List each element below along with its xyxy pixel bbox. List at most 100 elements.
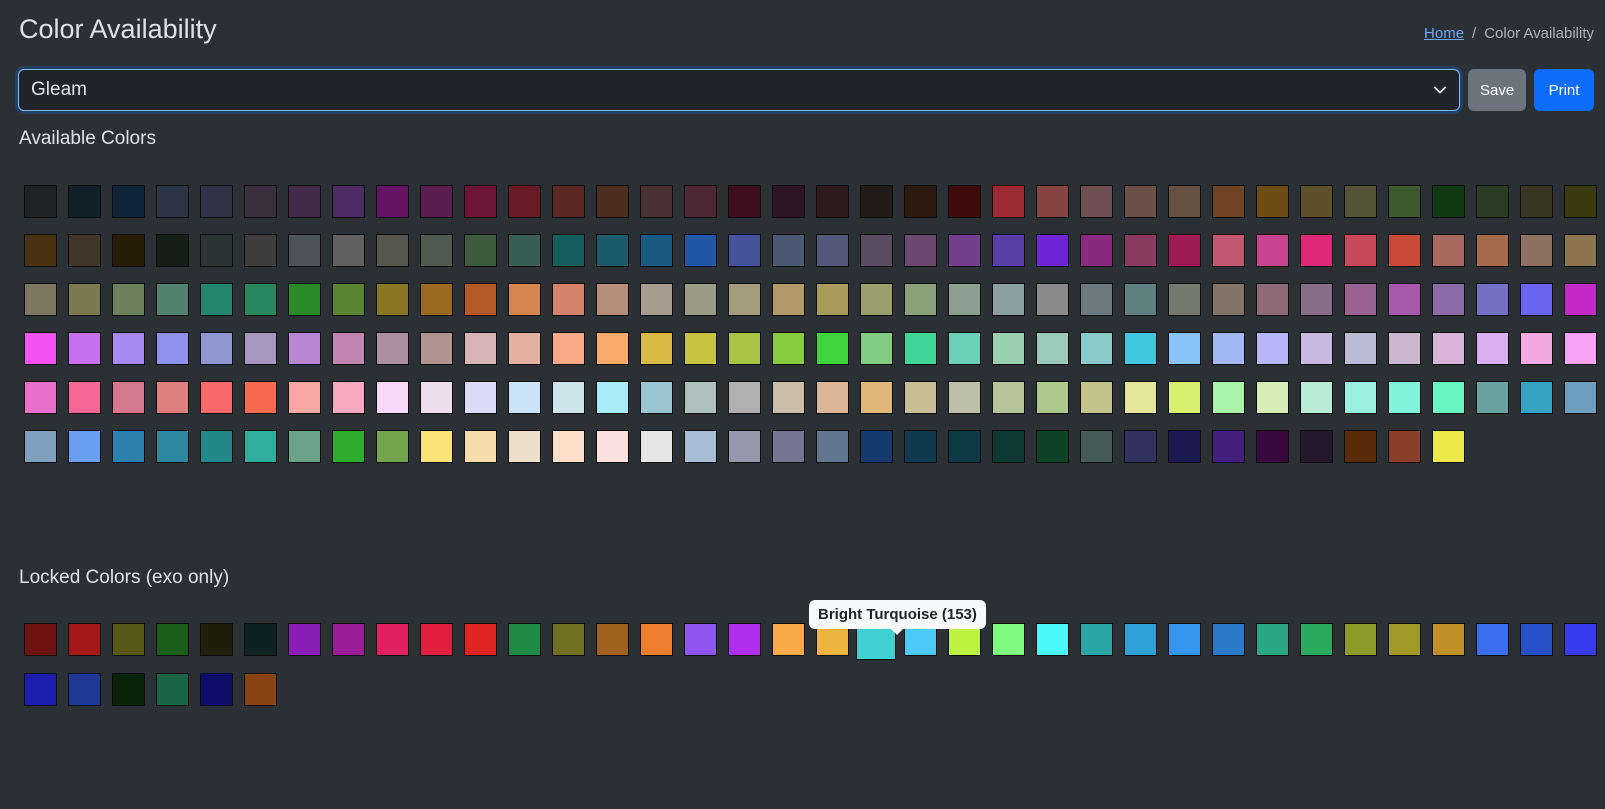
available-color-swatch[interactable] xyxy=(68,234,101,267)
available-color-swatch[interactable] xyxy=(1520,283,1553,316)
available-color-swatch[interactable] xyxy=(640,430,673,463)
available-color-swatch[interactable] xyxy=(1520,381,1553,414)
available-color-swatch[interactable] xyxy=(156,381,189,414)
available-color-swatch[interactable] xyxy=(508,430,541,463)
available-color-swatch[interactable] xyxy=(1344,283,1377,316)
available-color-swatch[interactable] xyxy=(1168,185,1201,218)
available-color-swatch[interactable] xyxy=(1300,283,1333,316)
available-color-swatch[interactable] xyxy=(1212,430,1245,463)
available-color-swatch[interactable] xyxy=(948,381,981,414)
available-color-swatch[interactable] xyxy=(596,283,629,316)
available-color-swatch[interactable] xyxy=(816,381,849,414)
available-color-swatch[interactable] xyxy=(376,430,409,463)
available-color-swatch[interactable] xyxy=(1476,381,1509,414)
available-color-swatch[interactable] xyxy=(1212,332,1245,365)
available-color-swatch[interactable] xyxy=(1388,234,1421,267)
available-color-swatch[interactable] xyxy=(1168,430,1201,463)
available-color-swatch[interactable] xyxy=(552,283,585,316)
available-color-swatch[interactable] xyxy=(1124,185,1157,218)
available-color-swatch[interactable] xyxy=(1564,381,1597,414)
available-color-swatch[interactable] xyxy=(992,381,1025,414)
available-color-swatch[interactable] xyxy=(860,185,893,218)
available-color-swatch[interactable] xyxy=(948,234,981,267)
available-color-swatch[interactable] xyxy=(288,234,321,267)
available-color-swatch[interactable] xyxy=(68,430,101,463)
available-color-swatch[interactable] xyxy=(508,283,541,316)
available-color-swatch[interactable] xyxy=(288,185,321,218)
locked-color-swatch[interactable] xyxy=(1388,623,1421,656)
available-color-swatch[interactable] xyxy=(1080,185,1113,218)
available-color-swatch[interactable] xyxy=(24,430,57,463)
available-color-swatch[interactable] xyxy=(1432,185,1465,218)
available-color-swatch[interactable] xyxy=(1432,430,1465,463)
available-color-swatch[interactable] xyxy=(948,430,981,463)
available-color-swatch[interactable] xyxy=(1564,185,1597,218)
available-color-swatch[interactable] xyxy=(904,332,937,365)
locked-color-swatch[interactable] xyxy=(1344,623,1377,656)
available-color-swatch[interactable] xyxy=(1520,185,1553,218)
available-color-swatch[interactable] xyxy=(200,185,233,218)
available-color-swatch[interactable] xyxy=(1080,430,1113,463)
locked-color-swatch[interactable] xyxy=(1520,623,1553,656)
available-color-swatch[interactable] xyxy=(156,332,189,365)
available-color-swatch[interactable] xyxy=(948,185,981,218)
available-color-swatch[interactable] xyxy=(684,381,717,414)
available-color-swatch[interactable] xyxy=(68,283,101,316)
locked-color-swatch[interactable] xyxy=(596,623,629,656)
available-color-swatch[interactable] xyxy=(464,381,497,414)
available-color-swatch[interactable] xyxy=(1388,381,1421,414)
locked-color-swatch[interactable] xyxy=(332,623,365,656)
available-color-swatch[interactable] xyxy=(68,185,101,218)
available-color-swatch[interactable] xyxy=(1564,234,1597,267)
available-color-swatch[interactable] xyxy=(420,430,453,463)
available-color-swatch[interactable] xyxy=(68,381,101,414)
available-color-swatch[interactable] xyxy=(1256,381,1289,414)
available-color-swatch[interactable] xyxy=(684,283,717,316)
available-color-swatch[interactable] xyxy=(552,185,585,218)
locked-color-swatch[interactable] xyxy=(112,623,145,656)
locked-color-swatch[interactable] xyxy=(1036,623,1069,656)
available-color-swatch[interactable] xyxy=(1124,332,1157,365)
available-color-swatch[interactable] xyxy=(904,185,937,218)
locked-color-swatch[interactable] xyxy=(156,623,189,656)
available-color-swatch[interactable] xyxy=(200,234,233,267)
locked-color-swatch[interactable] xyxy=(156,673,189,706)
available-color-swatch[interactable] xyxy=(1168,332,1201,365)
available-color-swatch[interactable] xyxy=(68,332,101,365)
available-color-swatch[interactable] xyxy=(464,332,497,365)
available-color-swatch[interactable] xyxy=(1168,381,1201,414)
available-color-swatch[interactable] xyxy=(948,332,981,365)
print-button[interactable]: Print xyxy=(1534,69,1594,111)
available-color-swatch[interactable] xyxy=(1432,332,1465,365)
available-color-swatch[interactable] xyxy=(684,234,717,267)
locked-color-swatch[interactable] xyxy=(200,623,233,656)
available-color-swatch[interactable] xyxy=(1476,332,1509,365)
available-color-swatch[interactable] xyxy=(112,234,145,267)
locked-color-swatch[interactable] xyxy=(1212,623,1245,656)
available-color-swatch[interactable] xyxy=(1212,234,1245,267)
locked-color-swatch[interactable] xyxy=(24,623,57,656)
available-color-swatch[interactable] xyxy=(508,332,541,365)
available-color-swatch[interactable] xyxy=(860,430,893,463)
save-button[interactable]: Save xyxy=(1468,69,1526,111)
available-color-swatch[interactable] xyxy=(1344,234,1377,267)
available-color-swatch[interactable] xyxy=(1036,332,1069,365)
available-color-swatch[interactable] xyxy=(24,234,57,267)
locked-color-swatch[interactable] xyxy=(244,673,277,706)
available-color-swatch[interactable] xyxy=(552,332,585,365)
available-color-swatch[interactable] xyxy=(1080,283,1113,316)
available-color-swatch[interactable] xyxy=(420,234,453,267)
available-color-swatch[interactable] xyxy=(684,185,717,218)
available-color-swatch[interactable] xyxy=(772,234,805,267)
available-color-swatch[interactable] xyxy=(728,430,761,463)
available-color-swatch[interactable] xyxy=(904,381,937,414)
locked-color-swatch[interactable] xyxy=(728,623,761,656)
palette-select[interactable]: Gleam xyxy=(18,69,1460,111)
available-color-swatch[interactable] xyxy=(1564,283,1597,316)
available-color-swatch[interactable] xyxy=(772,283,805,316)
available-color-swatch[interactable] xyxy=(508,381,541,414)
available-color-swatch[interactable] xyxy=(596,234,629,267)
available-color-swatch[interactable] xyxy=(1124,283,1157,316)
available-color-swatch[interactable] xyxy=(1520,234,1553,267)
locked-color-swatch[interactable] xyxy=(640,623,673,656)
